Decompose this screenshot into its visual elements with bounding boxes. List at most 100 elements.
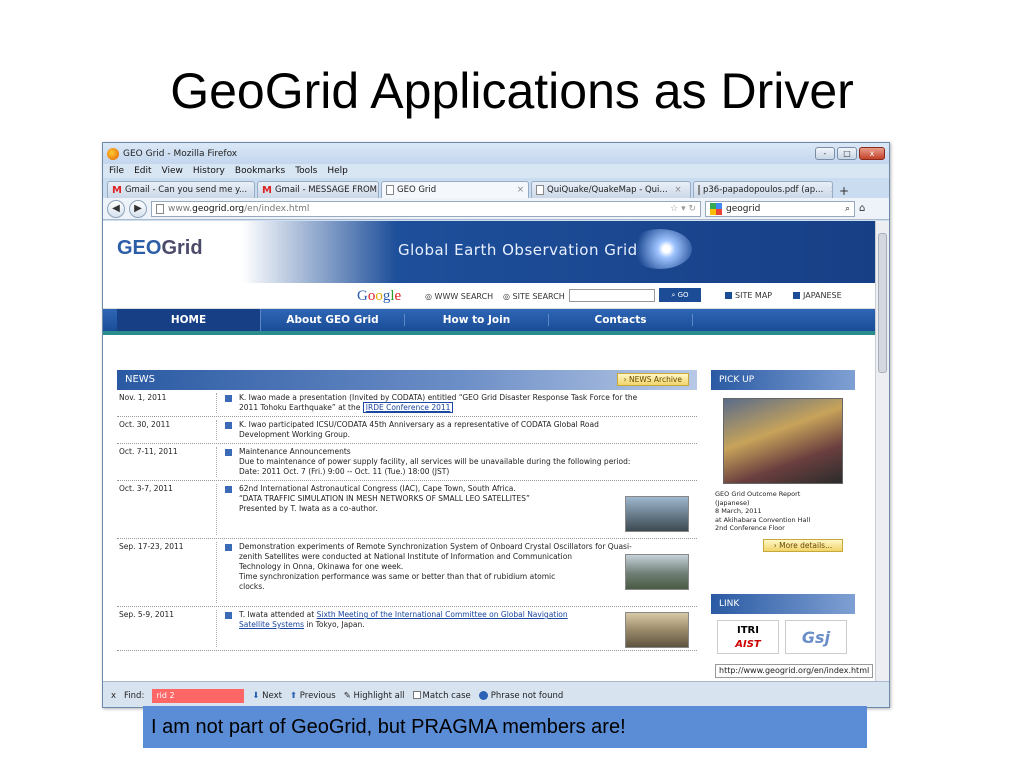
news-text: Maintenance Announcements [239, 447, 351, 456]
search-icon[interactable]: ⌕ [845, 204, 850, 214]
nav-how-to-join[interactable]: How to Join [405, 314, 549, 326]
menu-history[interactable]: History [193, 166, 225, 176]
nav-contacts[interactable]: Contacts [549, 314, 693, 326]
japanese-link[interactable]: JAPANESE [793, 291, 842, 300]
more-details-button[interactable]: › More details... [763, 538, 843, 552]
tab-close-icon[interactable]: × [830, 185, 832, 195]
tab-close-icon[interactable]: × [517, 185, 524, 195]
back-icon[interactable]: ◀ [107, 199, 125, 218]
highlight-all-label: Highlight all [353, 690, 405, 701]
page-icon [536, 185, 544, 195]
nav-about[interactable]: About GEO Grid [261, 314, 405, 326]
icg-meeting-link[interactable]: Sixth Meeting of the International Commi… [317, 610, 568, 619]
news-title: NEWS [125, 374, 156, 385]
close-button[interactable]: x [859, 147, 885, 160]
match-case-label: Match case [422, 690, 471, 701]
search-input[interactable]: geogrid ⌕ [705, 200, 855, 217]
site-search-radio[interactable]: ◎ SITE SEARCH [503, 292, 565, 301]
logo-geo: GEO [117, 237, 162, 259]
geogrid-logo[interactable]: GEOGrid [117, 237, 203, 260]
find-next-button[interactable]: ⬇ Next [252, 691, 282, 701]
tab-quiquake[interactable]: QuiQuake/QuakeMap - Qui... × [531, 181, 691, 198]
arrow-down-icon: ⬇ [252, 690, 260, 701]
find-previous-button[interactable]: ⬆ Previous [290, 691, 336, 701]
menu-help[interactable]: Help [327, 166, 348, 176]
news-archive-button[interactable]: › NEWS Archive [616, 373, 689, 386]
tab-gmail-1[interactable]: M Gmail - Can you send me y... × [107, 181, 255, 198]
tab-label: QuiQuake/QuakeMap - Qui... [547, 185, 668, 195]
menu-file[interactable]: File [109, 166, 124, 176]
url-domain: geogrid.org [192, 203, 245, 214]
vertical-scrollbar[interactable] [875, 221, 889, 681]
menu-view[interactable]: View [162, 166, 183, 176]
find-status-label: Phrase not found [490, 690, 564, 701]
forward-icon[interactable]: ▶ [129, 199, 147, 218]
news-text: Date: 2011 Oct. 7 (Fri.) 9:00 -- Oct. 11… [239, 467, 450, 476]
scroll-thumb[interactable] [878, 233, 887, 373]
arrow-up-icon: ⬆ [289, 690, 298, 701]
www-search-radio[interactable]: ◎ WWW SEARCH [425, 292, 493, 301]
more-details-label: More details... [779, 540, 833, 550]
tab-close-icon[interactable]: × [254, 185, 255, 195]
site-search-input[interactable] [569, 289, 655, 302]
highlighter-icon: ✎ [343, 690, 351, 701]
tab-close-icon[interactable]: × [675, 185, 682, 195]
japanese-label: JAPANESE [803, 291, 842, 300]
site-map-link[interactable]: SITE MAP [725, 291, 772, 300]
pickup-line: at Akihabara Convention Hall [715, 515, 811, 524]
news-item: Oct. 7-11, 2011 Maintenance Announcement… [117, 444, 697, 481]
itri-text: ITRI [737, 625, 759, 636]
site-map-label: SITE MAP [735, 291, 773, 300]
address-bar[interactable]: www.geogrid.org/en/index.html ☆ ▾ ↻ [151, 200, 701, 217]
pickup-line: (Japanese) [715, 498, 750, 507]
pickup-text: GEO Grid Outcome Report (Japanese) 8 Mar… [711, 484, 855, 533]
pickup-section: PICK UP GEO Grid Outcome Report (Japanes… [711, 370, 855, 552]
go-button[interactable]: ⌕ GO [659, 288, 701, 302]
find-next-label: Next [262, 690, 282, 701]
news-photo [625, 496, 689, 532]
news-body: Demonstration experiments of Remote Sync… [217, 542, 697, 603]
pickup-line: 8 March, 2011 [715, 507, 762, 515]
nav-home[interactable]: HOME [117, 309, 261, 331]
new-tab-icon[interactable]: + [835, 184, 853, 198]
tab-gmail-2[interactable]: M Gmail - MESSAGE FROM US... × [257, 181, 379, 198]
home-icon[interactable]: ⌂ [859, 203, 865, 214]
info-icon [478, 690, 488, 700]
aist-text: AIST [735, 639, 761, 650]
site-search-label: SITE SEARCH [512, 292, 565, 301]
tab-bar: M Gmail - Can you send me y... × M Gmail … [103, 178, 889, 198]
match-case-checkbox[interactable]: Match case [412, 690, 471, 701]
menu-edit[interactable]: Edit [134, 166, 151, 176]
page-viewport: GEOGrid Global Earth Observation Grid Go… [103, 221, 875, 681]
news-item: Oct. 3-7, 2011 62nd International Astron… [117, 481, 697, 539]
satellite-systems-link[interactable]: Satellite Systems [239, 620, 304, 629]
maximize-button[interactable]: □ [837, 147, 857, 160]
site-nav: HOME About GEO Grid How to Join Contacts [103, 309, 875, 335]
news-text: in Tokyo, Japan. [303, 620, 365, 629]
itri-aist-logo[interactable]: ITRI AIST [717, 620, 779, 654]
news-text: T. Iwata attended at [239, 610, 317, 619]
slide-title: GeoGrid Applications as Driver [170, 63, 854, 119]
find-input[interactable]: rid 2 [152, 688, 245, 703]
find-previous-label: Previous [299, 690, 336, 701]
minimize-button[interactable]: - [815, 147, 835, 160]
tab-papadopoulos-pdf[interactable]: p36-papadopoulos.pdf (ap... × [693, 181, 833, 198]
news-date: Oct. 30, 2011 [117, 420, 217, 440]
site-banner: GEOGrid Global Earth Observation Grid [103, 221, 875, 283]
link-section: LINK ITRI AIST Gsj [711, 594, 855, 660]
menu-bookmarks[interactable]: Bookmarks [235, 166, 285, 176]
menu-tools[interactable]: Tools [295, 166, 317, 176]
find-close-icon[interactable]: x [111, 691, 116, 701]
tab-geo-grid[interactable]: GEO Grid × [381, 181, 529, 198]
news-date: Sep. 5-9, 2011 [117, 610, 217, 647]
highlight-all-button[interactable]: ✎ Highlight all [344, 691, 405, 701]
pickup-line: GEO Grid Outcome Report [715, 490, 801, 498]
news-item: Sep. 17-23, 2011 Demonstration experimen… [117, 539, 697, 607]
gsi-logo[interactable]: Gsj [785, 620, 847, 654]
news-photo [625, 554, 689, 590]
bookmark-star-icon[interactable]: ☆ ▾ ↻ [670, 204, 696, 214]
find-bar: x Find: rid 2 ⬇ Next ⬆ Previous ✎ Highli… [103, 681, 889, 707]
akihabara-photo[interactable] [723, 398, 843, 484]
www-search-label: WWW SEARCH [434, 292, 494, 301]
irde-conference-link[interactable]: IRDE Conference 2011 [362, 402, 454, 413]
